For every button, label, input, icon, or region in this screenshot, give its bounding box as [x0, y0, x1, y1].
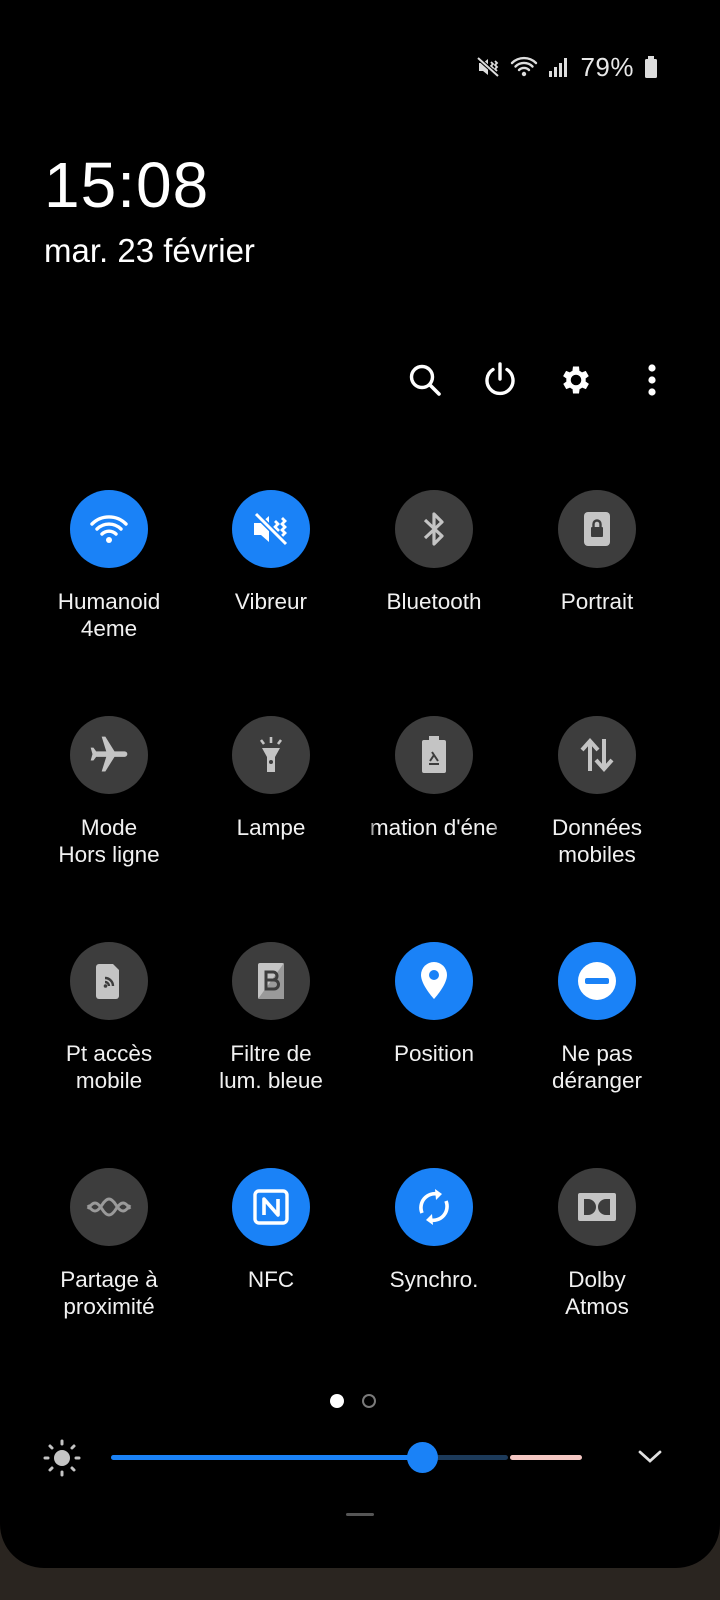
location-icon: [421, 962, 447, 999]
dolby-icon: [578, 1193, 616, 1221]
battery-icon: [644, 55, 658, 79]
tile-label: Données mobiles: [551, 815, 643, 867]
tile-mobile-data[interactable]: Données mobiles: [514, 716, 680, 868]
tile-label: Position: [393, 1041, 475, 1066]
clock-time[interactable]: 15:08: [44, 148, 209, 222]
brightness-icon[interactable]: [42, 1438, 82, 1483]
expand-chevron-down-icon[interactable]: [636, 1444, 664, 1473]
quick-settings-panel: 79% 15:08 mar. 23 février Humanoid 4eme: [0, 0, 720, 1568]
tile-hotspot[interactable]: Pt accès mobile: [26, 942, 192, 1094]
tile-icon-circle[interactable]: [395, 1168, 473, 1246]
brightness-thumb[interactable]: [406, 1442, 438, 1473]
tile-icon-circle[interactable]: [70, 1168, 148, 1246]
flashlight-icon: [259, 737, 283, 772]
tile-dolby-atmos[interactable]: Dolby Atmos: [514, 1168, 680, 1320]
wifi-icon: [510, 55, 538, 79]
wifi-icon: [90, 515, 128, 543]
more-icon: [648, 364, 656, 396]
tile-label: Portrait: [560, 589, 634, 614]
tile-icon-circle[interactable]: [232, 716, 310, 794]
tile-icon-circle[interactable]: [232, 942, 310, 1020]
settings-button[interactable]: [548, 352, 604, 408]
tile-icon-circle[interactable]: [395, 716, 473, 794]
tile-label: Bluetooth: [386, 589, 482, 614]
tile-label: mation d'éne: [369, 815, 499, 840]
drag-handle[interactable]: [346, 1513, 374, 1516]
tile-do-not-disturb[interactable]: Ne pas déranger: [514, 942, 680, 1094]
tile-icon-circle[interactable]: [70, 716, 148, 794]
tile-label: Synchro.: [389, 1267, 479, 1292]
nearby-share-icon: [86, 1197, 132, 1217]
tile-icon-circle[interactable]: [558, 1168, 636, 1246]
sync-icon: [419, 1189, 449, 1225]
nfc-icon: [253, 1189, 289, 1225]
bluetooth-icon: [423, 512, 444, 546]
tile-label: NFC: [247, 1267, 295, 1292]
portrait-lock-icon: [584, 512, 610, 546]
tile-label: Humanoid 4eme: [57, 589, 161, 641]
signal-icon: [548, 56, 570, 78]
blue-light-filter-icon: [258, 963, 284, 999]
tile-nearby-share[interactable]: Partage à proximité: [26, 1168, 192, 1320]
tile-label: Vibreur: [234, 589, 308, 614]
tile-label: Dolby Atmos: [565, 1267, 629, 1319]
tile-label: Pt accès mobile: [65, 1041, 153, 1093]
search-button[interactable]: [397, 352, 453, 408]
tile-nfc[interactable]: NFC: [188, 1168, 354, 1293]
tile-vibrate[interactable]: Vibreur: [188, 490, 354, 615]
tile-icon-circle[interactable]: [395, 942, 473, 1020]
tile-blue-light-filter[interactable]: Filtre de lum. bleue: [188, 942, 354, 1094]
tile-icon-circle[interactable]: [558, 490, 636, 568]
clock-date[interactable]: mar. 23 février: [44, 232, 255, 270]
tile-airplane[interactable]: Mode Hors ligne: [26, 716, 192, 868]
power-saving-icon: [422, 736, 446, 773]
brightness-fill: [111, 1455, 422, 1460]
power-icon: [485, 362, 515, 396]
action-bar: [0, 352, 720, 408]
tile-icon-circle[interactable]: [70, 942, 148, 1020]
tile-wifi[interactable]: Humanoid 4eme: [26, 490, 192, 642]
tile-label: Lampe: [236, 815, 306, 840]
do-not-disturb-icon: [578, 962, 616, 1000]
more-options-button[interactable]: [624, 352, 680, 408]
page-dot-1[interactable]: [330, 1394, 344, 1408]
battery-percent: 79%: [580, 51, 634, 82]
tile-icon-circle[interactable]: [395, 490, 473, 568]
airplane-icon: [90, 736, 128, 772]
vibrate-mute-icon: [476, 55, 500, 79]
page-indicator: [330, 1394, 376, 1408]
tile-label: Ne pas déranger: [551, 1041, 643, 1093]
settings-icon: [563, 366, 589, 394]
mobile-data-icon: [580, 737, 614, 773]
tile-icon-circle[interactable]: [558, 716, 636, 794]
tile-label: Filtre de lum. bleue: [219, 1041, 323, 1093]
tile-sync[interactable]: Synchro.: [351, 1168, 517, 1293]
hotspot-icon: [96, 964, 119, 999]
search-icon: [409, 364, 441, 396]
power-button[interactable]: [472, 352, 528, 408]
tile-label: Partage à proximité: [60, 1267, 158, 1319]
vibrate-icon: [253, 511, 289, 547]
tile-bluetooth[interactable]: Bluetooth: [351, 490, 517, 615]
brightness-high-zone: [510, 1455, 582, 1460]
tile-icon-circle[interactable]: [232, 1168, 310, 1246]
tile-flashlight[interactable]: Lampe: [188, 716, 354, 841]
brightness-bar: [0, 1432, 720, 1482]
tile-power-saving[interactable]: mation d'éne: [351, 716, 517, 841]
tile-icon-circle[interactable]: [70, 490, 148, 568]
tile-icon-circle[interactable]: [558, 942, 636, 1020]
tile-label: Mode Hors ligne: [58, 815, 160, 867]
tile-icon-circle[interactable]: [232, 490, 310, 568]
tile-location[interactable]: Position: [351, 942, 517, 1067]
status-bar: 79%: [476, 52, 658, 82]
page-dot-2[interactable]: [362, 1394, 376, 1408]
tile-portrait[interactable]: Portrait: [514, 490, 680, 615]
